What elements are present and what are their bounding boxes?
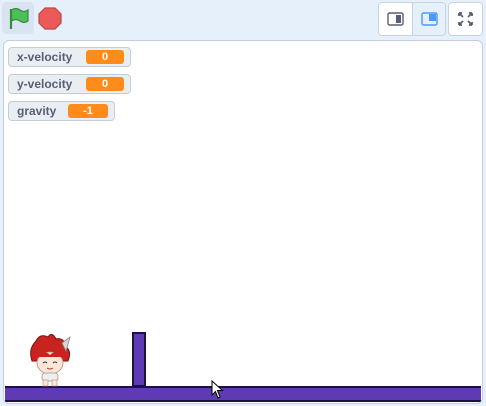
variable-monitor-y-velocity: y-velocity 0 [8, 74, 131, 94]
variable-monitor-x-velocity: x-velocity 0 [8, 47, 131, 67]
character-sprite[interactable] [26, 331, 74, 387]
small-stage-icon [387, 12, 404, 26]
large-stage-icon [421, 12, 438, 26]
fullscreen-button[interactable] [448, 2, 483, 36]
variable-monitor-gravity: gravity -1 [8, 101, 115, 121]
stage-toolbar [0, 0, 486, 40]
monitor-value: 0 [86, 77, 124, 91]
fullscreen-icon [458, 12, 473, 26]
large-stage-button[interactable] [412, 3, 445, 35]
monitor-label: x-velocity [17, 50, 73, 64]
monitor-value: 0 [86, 50, 124, 64]
monitor-value: -1 [68, 104, 108, 118]
wall-block [132, 332, 146, 387]
monitor-label: gravity [17, 104, 57, 118]
ground-platform [5, 386, 481, 402]
green-flag-button[interactable] [2, 2, 34, 34]
stop-button[interactable] [36, 4, 64, 32]
green-flag-icon [9, 7, 29, 29]
stage-size-toggle [378, 2, 446, 36]
monitor-label: y-velocity [17, 77, 73, 91]
small-stage-button[interactable] [379, 3, 411, 35]
mouse-pointer-icon [211, 380, 224, 399]
stop-sign-icon [38, 7, 62, 30]
stage-canvas[interactable]: x-velocity 0 y-velocity 0 gravity -1 [3, 40, 483, 404]
